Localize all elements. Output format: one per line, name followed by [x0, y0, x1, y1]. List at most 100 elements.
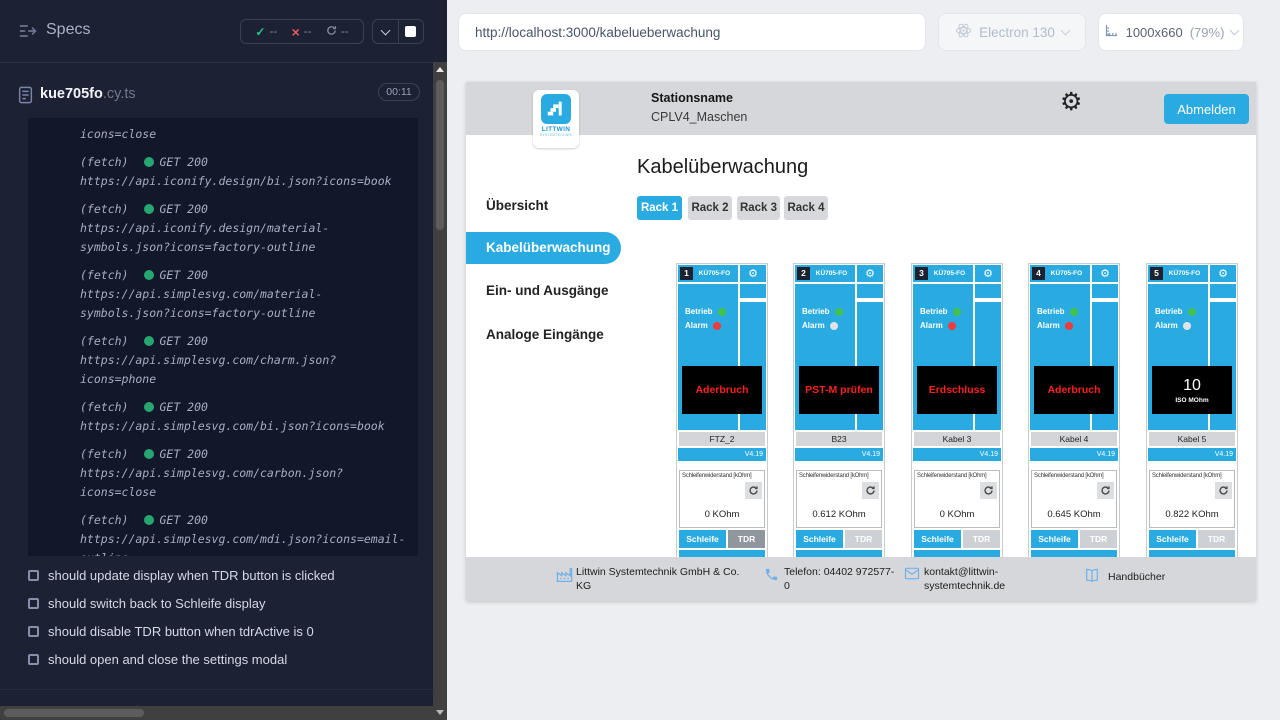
divider	[0, 689, 433, 690]
footer-manuals-link[interactable]: Handbücher	[1108, 570, 1165, 584]
schleife-button[interactable]: Schleife	[914, 530, 961, 548]
tab-rack-3[interactable]: Rack 3	[737, 196, 780, 220]
status-dot-icon	[144, 336, 154, 346]
test-state-icon	[28, 598, 39, 609]
refresh-button[interactable]	[1215, 482, 1232, 499]
url-input[interactable]	[458, 13, 926, 51]
tdr-button[interactable]: TDR	[728, 530, 765, 548]
logout-button[interactable]: Abmelden	[1164, 94, 1249, 124]
status-dot-icon	[144, 402, 154, 412]
page-title: Kabelüberwachung	[637, 156, 808, 179]
stop-button[interactable]	[398, 20, 424, 43]
device-number: 4	[1032, 267, 1045, 280]
collapse-button[interactable]	[373, 20, 398, 43]
stop-icon	[405, 26, 416, 37]
footer-phone: Telefon: 04402 972577-0	[784, 565, 900, 593]
card-settings-button[interactable]: ⚙	[857, 265, 883, 282]
refresh-button[interactable]	[980, 482, 997, 499]
scrollbar-thumb[interactable]	[436, 80, 444, 230]
card-settings-button[interactable]: ⚙	[975, 265, 1001, 282]
firmware-version: V4.19	[678, 448, 766, 461]
browser-select[interactable]: Electron 130	[938, 13, 1086, 51]
betrieb-led	[953, 308, 961, 316]
sidebar-item-uebersicht[interactable]: Übersicht	[486, 198, 548, 213]
schleife-button[interactable]: Schleife	[1031, 530, 1078, 548]
tdr-button[interactable]: TDR	[1198, 530, 1235, 548]
status-dot-icon	[144, 270, 154, 280]
firmware-version: V4.19	[1148, 448, 1236, 461]
device-card-4: KÜ705-FO 4 ⚙ Betrieb Alarm Aderbruch Kab…	[1028, 263, 1120, 557]
card-settings-button[interactable]: ⚙	[1092, 265, 1118, 282]
company-logo: LITTWIN SYSTEMTECHNIK	[533, 90, 579, 148]
refresh-button[interactable]	[745, 482, 762, 499]
status-display: PST-M prüfen	[799, 366, 879, 414]
specs-list-icon[interactable]	[18, 21, 38, 46]
device-bottom-bar	[914, 550, 1000, 557]
status-dot-icon	[144, 157, 154, 167]
tab-rack-4[interactable]: Rack 4	[784, 196, 828, 220]
chevron-down-icon	[1060, 26, 1070, 36]
measurement-label: Schleifenwiderstand [kOhm]	[797, 471, 881, 479]
betrieb-led	[835, 308, 843, 316]
betrieb-label: Betrieb	[802, 307, 830, 316]
runner-controls	[372, 19, 424, 44]
schleife-button[interactable]: Schleife	[679, 530, 726, 548]
test-item[interactable]: should open and close the settings modal	[28, 652, 335, 667]
refresh-button[interactable]	[862, 482, 879, 499]
log-url-continuation[interactable]: icons=close	[80, 125, 408, 144]
rack-card-row: KÜ705-FO 1 ⚙ Betrieb Alarm Aderbruch FTZ…	[466, 263, 1256, 557]
browser-pane: Electron 130 1000x660 (79%) Stationsname…	[447, 0, 1280, 720]
tdr-button[interactable]: TDR	[845, 530, 882, 548]
tab-rack-2[interactable]: Rack 2	[688, 196, 732, 220]
littwin-logo-icon	[541, 94, 571, 124]
gear-icon: ⚙	[983, 268, 993, 280]
status-dot-icon	[144, 449, 154, 459]
log-entry[interactable]: (fetch)GET 200https://api.simplesvg.com/…	[80, 398, 408, 436]
refresh-button[interactable]	[1097, 482, 1114, 499]
tab-rack-1[interactable]: Rack 1	[637, 196, 682, 220]
chevron-down-icon	[380, 25, 390, 35]
alarm-led	[948, 322, 956, 330]
alarm-label: Alarm	[920, 321, 943, 330]
footer-email[interactable]: kontakt@littwin-systemtechnik.de	[924, 565, 1036, 593]
settings-gear-icon[interactable]: ⚙	[1060, 90, 1082, 115]
email-icon	[904, 567, 920, 583]
scroll-up-icon[interactable]	[436, 67, 444, 72]
vertical-scrollbar[interactable]	[433, 62, 447, 720]
tdr-button[interactable]: TDR	[963, 530, 1000, 548]
log-entry[interactable]: (fetch)GET 200https://api.simplesvg.com/…	[80, 511, 408, 556]
log-entry[interactable]: (fetch)GET 200https://api.simplesvg.com/…	[80, 266, 408, 323]
alarm-label: Alarm	[802, 321, 825, 330]
card-settings-button[interactable]: ⚙	[740, 265, 766, 282]
device-side-panel	[1092, 284, 1118, 298]
spec-file-name[interactable]: kue705fo.cy.ts	[40, 86, 136, 102]
log-entry[interactable]: (fetch)GET 200https://api.iconify.design…	[80, 200, 408, 257]
scroll-down-icon[interactable]	[436, 710, 444, 715]
test-item[interactable]: should switch back to Schleife display	[28, 596, 335, 611]
test-list: should update display when TDR button is…	[28, 568, 335, 680]
schleife-button[interactable]: Schleife	[796, 530, 843, 548]
card-settings-button[interactable]: ⚙	[1210, 265, 1236, 282]
sidebar-item-kabelueberwachung[interactable]: Kabelüberwachung	[466, 232, 621, 264]
device-bottom-bar	[1149, 550, 1235, 557]
app-header: Stationsname CPLV4_Maschen ⚙ Abmelden	[466, 82, 1256, 135]
tdr-button[interactable]: TDR	[1080, 530, 1117, 548]
log-entry[interactable]: (fetch)GET 200https://api.iconify.design…	[80, 153, 408, 191]
device-side-panel	[857, 284, 883, 298]
alarm-label: Alarm	[1037, 321, 1060, 330]
betrieb-led	[1070, 308, 1078, 316]
measurement-box: Schleifenwiderstand [kOhm] 0.822 KOhm	[1149, 470, 1235, 528]
horizontal-scrollbar[interactable]	[0, 706, 433, 720]
firmware-version: V4.19	[1030, 448, 1118, 461]
device-bottom-bar	[1031, 550, 1117, 557]
measurement-label: Schleifenwiderstand [kOhm]	[915, 471, 999, 479]
log-entry[interactable]: (fetch)GET 200https://api.simplesvg.com/…	[80, 332, 408, 389]
factory-icon	[556, 567, 573, 586]
viewport-select[interactable]: 1000x660 (79%)	[1098, 13, 1244, 51]
log-entry[interactable]: (fetch)GET 200https://api.simplesvg.com/…	[80, 445, 408, 502]
schleife-button[interactable]: Schleife	[1149, 530, 1196, 548]
test-item[interactable]: should disable TDR button when tdrActive…	[28, 624, 335, 639]
measurement-label: Schleifenwiderstand [kOhm]	[1150, 471, 1234, 479]
test-item[interactable]: should update display when TDR button is…	[28, 568, 335, 583]
scrollbar-thumb[interactable]	[4, 709, 144, 717]
